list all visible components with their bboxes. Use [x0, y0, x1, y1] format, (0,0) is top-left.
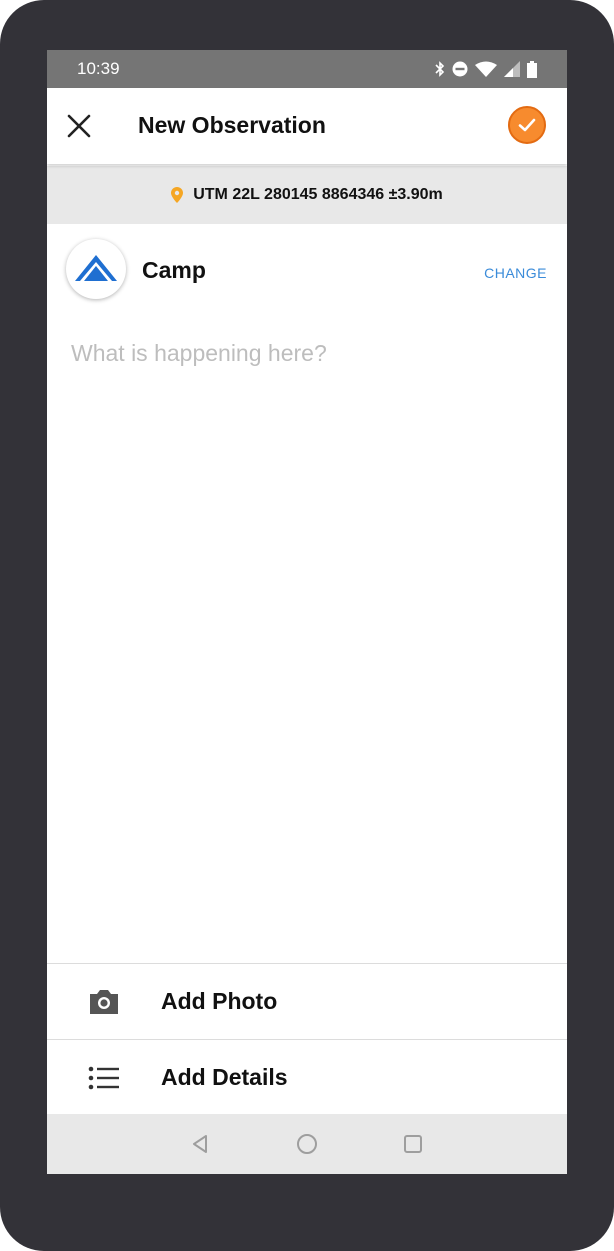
list-icon: [88, 1066, 119, 1090]
category-avatar[interactable]: [66, 239, 126, 299]
system-nav-bar: [47, 1114, 567, 1174]
category-row: Camp CHANGE: [47, 224, 567, 320]
nav-recents-button[interactable]: [401, 1132, 425, 1156]
bluetooth-icon: [435, 61, 445, 77]
recents-icon: [404, 1135, 422, 1153]
observation-notes-input[interactable]: [71, 340, 541, 960]
status-bar: 10:39: [47, 50, 567, 88]
signal-icon: [504, 61, 520, 77]
confirm-button[interactable]: [508, 106, 546, 144]
back-icon: [193, 1135, 207, 1153]
add-details-button[interactable]: Add Details: [47, 1039, 567, 1115]
category-name: Camp: [142, 257, 206, 283]
add-details-label: Add Details: [161, 1064, 288, 1090]
app-bar: New Observation: [47, 88, 567, 164]
check-icon: [518, 118, 536, 132]
do-not-disturb-icon: [452, 61, 468, 77]
camera-icon: [90, 990, 118, 1014]
status-icons: [435, 60, 537, 78]
nav-home-button[interactable]: [295, 1132, 319, 1156]
add-photo-button[interactable]: Add Photo: [47, 963, 567, 1039]
battery-icon: [527, 60, 537, 78]
app-screen: 10:39 New Observation UTM 22L 280145 886…: [47, 50, 567, 1174]
close-button[interactable]: [63, 110, 95, 142]
camp-tent-icon: [75, 255, 117, 281]
wifi-icon: [475, 61, 497, 77]
add-photo-label: Add Photo: [161, 988, 278, 1014]
device-frame: 10:39 New Observation UTM 22L 280145 886…: [0, 0, 614, 1251]
change-category-button[interactable]: CHANGE: [484, 265, 547, 281]
page-title: New Observation: [138, 112, 326, 138]
nav-back-button[interactable]: [188, 1132, 212, 1156]
close-icon: [67, 114, 91, 138]
status-time: 10:39: [77, 59, 120, 78]
location-coordinates: UTM 22L 280145 8864346 ±3.90m: [193, 186, 443, 203]
map-pin-icon: [171, 187, 184, 203]
home-icon: [297, 1134, 317, 1154]
location-bar: UTM 22L 280145 8864346 ±3.90m: [47, 166, 567, 224]
